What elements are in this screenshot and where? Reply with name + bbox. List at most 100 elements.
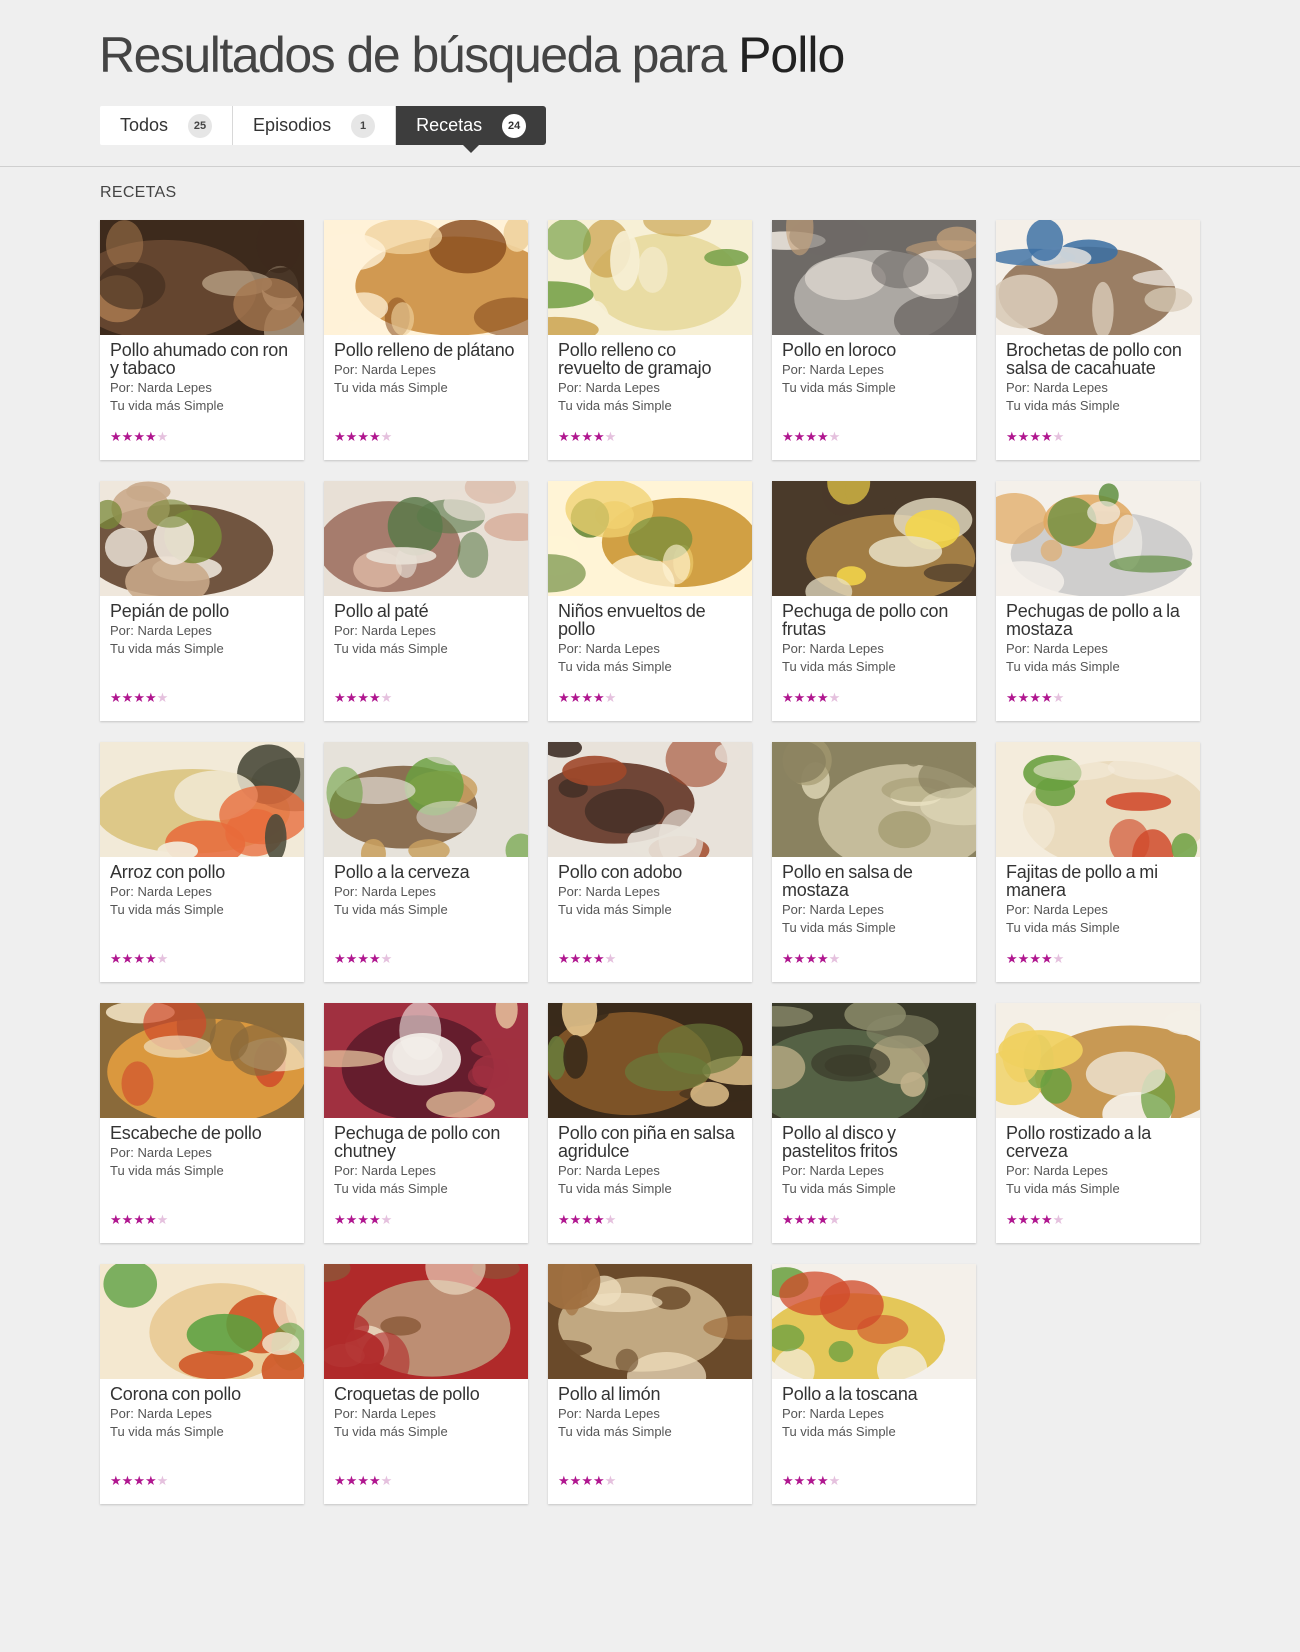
recipe-card-body: Pollo al paté Por: Narda Lepes Tu vida m… <box>324 596 528 715</box>
star-filled-icon: ★ <box>110 1212 122 1227</box>
recipe-card[interactable]: Pollo relleno co revuelto de gramajo Por… <box>548 220 752 460</box>
recipe-card[interactable]: Pechugas de pollo a la mostaza Por: Nard… <box>996 481 1200 721</box>
tab-episodios[interactable]: Episodios 1 <box>233 106 397 145</box>
star-filled-icon: ★ <box>558 951 570 966</box>
recipe-show: Tu vida más Simple <box>1006 398 1120 413</box>
recipe-card[interactable]: Corona con pollo Por: Narda Lepes Tu vid… <box>100 1264 304 1504</box>
star-filled-icon: ★ <box>133 1212 145 1227</box>
recipe-title[interactable]: Pollo rostizado a la cerveza <box>1006 1124 1190 1160</box>
recipe-card[interactable]: Pollo rostizado a la cerveza Por: Narda … <box>996 1003 1200 1243</box>
star-filled-icon: ★ <box>121 951 134 966</box>
pechuga-frutas-photo <box>772 481 976 596</box>
recipe-title[interactable]: Croquetas de pollo <box>334 1385 518 1403</box>
recipe-card-body: Croquetas de pollo Por: Narda Lepes Tu v… <box>324 1379 528 1498</box>
pollo-rostizado-photo <box>996 1003 1200 1118</box>
recipe-title[interactable]: Pechuga de pollo con chutney <box>334 1124 518 1160</box>
recipe-title[interactable]: Pechuga de pollo con frutas <box>782 602 966 638</box>
recipe-title[interactable]: Pollo a la toscana <box>782 1385 966 1403</box>
tab-count-badge: 24 <box>502 113 527 138</box>
recipe-card[interactable]: Arroz con pollo Por: Narda Lepes Tu vida… <box>100 742 304 982</box>
recipe-title[interactable]: Brochetas de pollo con salsa de cacahuat… <box>1006 341 1190 377</box>
star-filled-icon: ★ <box>1006 951 1018 966</box>
recipe-title[interactable]: Pollo ahumado con ron y tabaco <box>110 341 294 377</box>
recipe-show: Tu vida más Simple <box>110 641 224 656</box>
recipe-card[interactable]: Pepián de pollo Por: Narda Lepes Tu vida… <box>100 481 304 721</box>
recipe-card[interactable]: Croquetas de pollo Por: Narda Lepes Tu v… <box>324 1264 528 1504</box>
recipe-author: Por: Narda Lepes <box>1006 641 1108 656</box>
recipe-title[interactable]: Pollo relleno co revuelto de gramajo <box>558 341 742 377</box>
recipe-title[interactable]: Pollo a la cerveza <box>334 863 518 881</box>
recipe-show: Tu vida más Simple <box>1006 920 1120 935</box>
recipe-title[interactable]: Niños envueltos de pollo <box>558 602 742 638</box>
recipe-title[interactable]: Pechugas de pollo a la mostaza <box>1006 602 1190 638</box>
star-filled-icon: ★ <box>816 690 829 705</box>
recipe-author: Por: Narda Lepes <box>334 1406 436 1421</box>
recipe-card[interactable]: Pollo con piña en salsa agridulce Por: N… <box>548 1003 752 1243</box>
recipe-card[interactable]: Pollo en salsa de mostaza Por: Narda Lep… <box>772 742 976 982</box>
recipe-card[interactable]: Pollo relleno de plátano Por: Narda Lepe… <box>324 220 528 460</box>
recipe-title[interactable]: Arroz con pollo <box>110 863 294 881</box>
star-filled-icon: ★ <box>805 1473 817 1488</box>
recipe-card[interactable]: Pollo a la cerveza Por: Narda Lepes Tu v… <box>324 742 528 982</box>
rating-stars: ★★★★★ <box>334 1213 392 1226</box>
recipe-title[interactable]: Pollo en salsa de mostaza <box>782 863 966 899</box>
star-filled-icon: ★ <box>558 690 570 705</box>
tab-label: Episodios <box>253 115 332 135</box>
recipe-card[interactable]: Pollo al disco y pastelitos fritos Por: … <box>772 1003 976 1243</box>
star-filled-icon: ★ <box>368 690 381 705</box>
recipe-card[interactable]: Niños envueltos de pollo Por: Narda Lepe… <box>548 481 752 721</box>
recipe-title[interactable]: Corona con pollo <box>110 1385 294 1403</box>
recipe-card[interactable]: Brochetas de pollo con salsa de cacahuat… <box>996 220 1200 460</box>
recipe-title[interactable]: Pollo con adobo <box>558 863 742 881</box>
recipe-title[interactable]: Pollo al limón <box>558 1385 742 1403</box>
recipe-show: Tu vida más Simple <box>558 1424 672 1439</box>
recipe-title[interactable]: Pollo al disco y pastelitos fritos <box>782 1124 966 1160</box>
recipe-card[interactable]: Pollo ahumado con ron y tabaco Por: Nard… <box>100 220 304 460</box>
star-filled-icon: ★ <box>1029 951 1041 966</box>
recipe-title[interactable]: Escabeche de pollo <box>110 1124 294 1142</box>
recipe-card[interactable]: Pechuga de pollo con frutas Por: Narda L… <box>772 481 976 721</box>
recipe-card[interactable]: Pechuga de pollo con chutney Por: Narda … <box>324 1003 528 1243</box>
recipe-title[interactable]: Fajitas de pollo a mi manera <box>1006 863 1190 899</box>
tab-recetas[interactable]: Recetas 24 <box>396 106 547 153</box>
star-filled-icon: ★ <box>1040 1212 1053 1227</box>
recipe-card-body: Pollo rostizado a la cerveza Por: Narda … <box>996 1118 1200 1237</box>
page-title: Resultados de búsqueda para Pollo <box>99 26 845 84</box>
recipe-card-body: Pollo en salsa de mostaza Por: Narda Lep… <box>772 857 976 976</box>
star-filled-icon: ★ <box>816 951 829 966</box>
recipe-card[interactable]: Pollo a la toscana Por: Narda Lepes Tu v… <box>772 1264 976 1504</box>
recipe-title[interactable]: Pollo relleno de plátano <box>334 341 518 359</box>
recipe-card[interactable]: Pollo con adobo Por: Narda Lepes Tu vida… <box>548 742 752 982</box>
recipe-title[interactable]: Pollo con piña en salsa agridulce <box>558 1124 742 1160</box>
corona-pollo-photo <box>100 1264 304 1379</box>
recipe-card[interactable]: Escabeche de pollo Por: Narda Lepes Tu v… <box>100 1003 304 1243</box>
rating-stars: ★★★★★ <box>1006 430 1064 443</box>
rating-stars: ★★★★★ <box>110 1474 168 1487</box>
star-filled-icon: ★ <box>816 1212 829 1227</box>
rating-stars: ★★★★★ <box>334 1474 392 1487</box>
recipe-title[interactable]: Pollo al paté <box>334 602 518 620</box>
recipe-title[interactable]: Pepián de pollo <box>110 602 294 620</box>
recipe-show: Tu vida más Simple <box>558 1181 672 1196</box>
recipe-show: Tu vida más Simple <box>1006 659 1120 674</box>
recipe-card[interactable]: Pollo al limón Por: Narda Lepes Tu vida … <box>548 1264 752 1504</box>
recipe-card[interactable]: Pollo en loroco Por: Narda Lepes Tu vida… <box>772 220 976 460</box>
recipe-card-body: Pollo en loroco Por: Narda Lepes Tu vida… <box>772 335 976 454</box>
star-filled-icon: ★ <box>569 951 582 966</box>
recipe-card[interactable]: Pollo al paté Por: Narda Lepes Tu vida m… <box>324 481 528 721</box>
star-filled-icon: ★ <box>334 690 346 705</box>
rating-stars: ★★★★★ <box>782 430 840 443</box>
page-header: Resultados de búsqueda para Pollo Todos … <box>0 0 1300 166</box>
star-filled-icon: ★ <box>793 1212 806 1227</box>
recipe-author: Por: Narda Lepes <box>110 1145 212 1160</box>
star-filled-icon: ★ <box>592 1212 605 1227</box>
tab-todos[interactable]: Todos 25 <box>100 106 234 145</box>
star-empty-icon: ★ <box>828 951 841 966</box>
recipe-card-body: Pechuga de pollo con chutney Por: Narda … <box>324 1118 528 1237</box>
pollo-disco-photo <box>772 1003 976 1118</box>
recipe-show: Tu vida más Simple <box>110 398 224 413</box>
recipe-title[interactable]: Pollo en loroco <box>782 341 966 359</box>
star-filled-icon: ★ <box>144 429 157 444</box>
star-filled-icon: ★ <box>133 690 145 705</box>
recipe-card[interactable]: Fajitas de pollo a mi manera Por: Narda … <box>996 742 1200 982</box>
